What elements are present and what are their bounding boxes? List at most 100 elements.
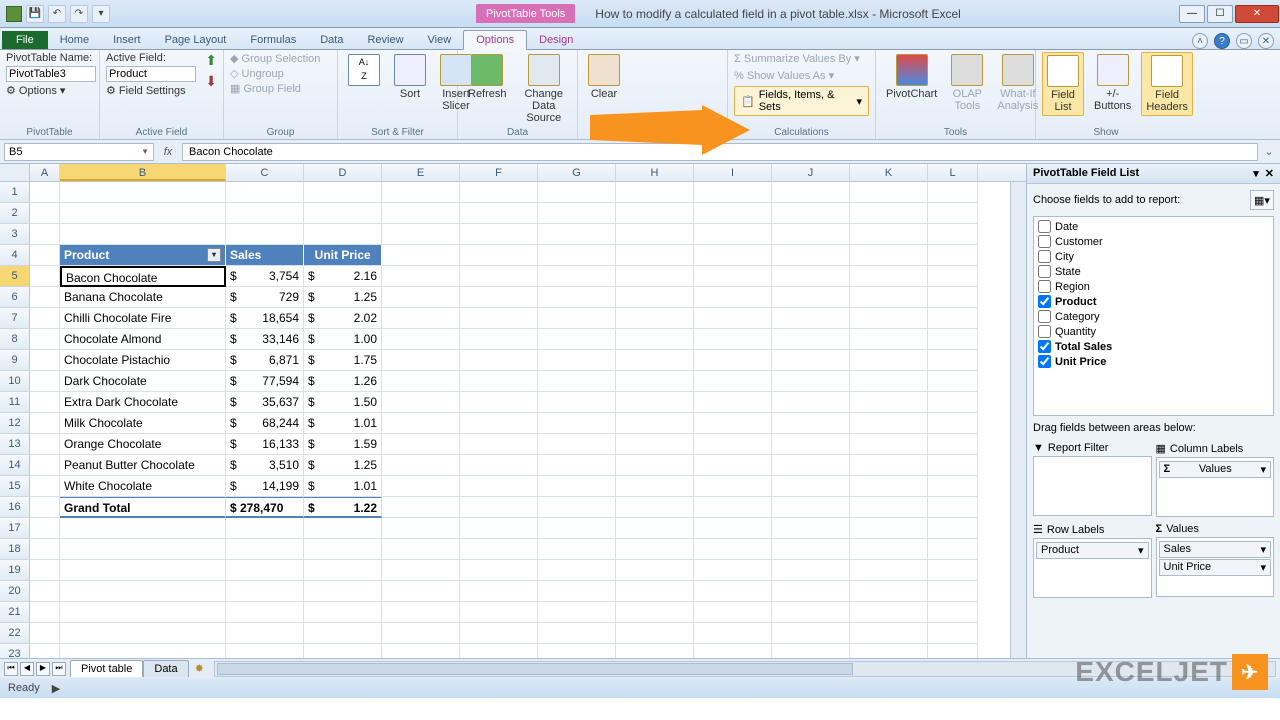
cell[interactable] <box>850 497 928 518</box>
report-filter-area[interactable] <box>1033 456 1152 516</box>
cell[interactable] <box>928 224 978 245</box>
cell[interactable] <box>30 308 60 329</box>
cell[interactable] <box>382 623 460 644</box>
field-checkbox-city[interactable]: City <box>1036 249 1271 264</box>
cell[interactable] <box>928 623 978 644</box>
cell[interactable] <box>460 371 538 392</box>
row-header[interactable]: 21 <box>0 602 30 623</box>
cell[interactable] <box>616 266 694 287</box>
cell[interactable] <box>538 602 616 623</box>
row-header[interactable]: 4 <box>0 245 30 266</box>
cell[interactable] <box>772 224 850 245</box>
cell[interactable] <box>616 371 694 392</box>
group-field-button[interactable]: ▦ Group Field <box>230 82 320 95</box>
cell[interactable] <box>304 224 382 245</box>
cell[interactable] <box>616 182 694 203</box>
field-checkbox-date[interactable]: Date <box>1036 219 1271 234</box>
cell[interactable] <box>382 392 460 413</box>
change-data-source-button[interactable]: Change Data Source <box>517 52 571 126</box>
cell[interactable]: Peanut Butter Chocolate <box>60 455 226 476</box>
cell[interactable] <box>226 602 304 623</box>
cell[interactable] <box>60 182 226 203</box>
row-header[interactable]: 18 <box>0 539 30 560</box>
cell[interactable] <box>30 182 60 203</box>
cell[interactable] <box>304 539 382 560</box>
cell[interactable] <box>772 581 850 602</box>
cell[interactable] <box>928 644 978 658</box>
cell[interactable] <box>538 539 616 560</box>
cell[interactable] <box>30 224 60 245</box>
sheet-nav-prev[interactable]: ◀ <box>20 662 34 676</box>
row-header[interactable]: 10 <box>0 371 30 392</box>
fieldlist-close-icon[interactable]: ✕ <box>1265 168 1274 180</box>
field-checkbox-product[interactable]: Product <box>1036 294 1271 309</box>
cell[interactable] <box>694 371 772 392</box>
show-values-as-button[interactable]: % Show Values As ▾ <box>734 69 869 82</box>
col-header[interactable]: C <box>226 164 304 181</box>
cell[interactable]: $ 1.25 <box>304 287 382 308</box>
cell[interactable]: $ 35,637 <box>226 392 304 413</box>
cell[interactable]: $ 1.59 <box>304 434 382 455</box>
cell[interactable] <box>694 644 772 658</box>
cell[interactable] <box>928 476 978 497</box>
cell[interactable] <box>538 371 616 392</box>
cell[interactable] <box>226 224 304 245</box>
pivotchart-button[interactable]: PivotChart <box>882 52 941 102</box>
cell[interactable] <box>30 560 60 581</box>
cell[interactable] <box>30 644 60 658</box>
cell[interactable] <box>30 413 60 434</box>
cell[interactable] <box>30 392 60 413</box>
cell[interactable] <box>30 287 60 308</box>
sort-button[interactable]: Sort <box>390 52 430 102</box>
cell[interactable] <box>772 644 850 658</box>
cell[interactable] <box>616 224 694 245</box>
row-header[interactable]: 1 <box>0 182 30 203</box>
row-header[interactable]: 14 <box>0 455 30 476</box>
cell[interactable] <box>850 623 928 644</box>
cell[interactable]: $ 16,133 <box>226 434 304 455</box>
file-tab[interactable]: File <box>2 31 48 49</box>
cell[interactable]: $ 1.25 <box>304 455 382 476</box>
cell[interactable] <box>850 224 928 245</box>
cell[interactable] <box>772 308 850 329</box>
cell[interactable] <box>928 413 978 434</box>
cell[interactable] <box>850 392 928 413</box>
cell[interactable] <box>60 203 226 224</box>
cell[interactable] <box>460 413 538 434</box>
cell[interactable] <box>694 581 772 602</box>
cell[interactable]: $ 68,244 <box>226 413 304 434</box>
cell[interactable] <box>538 413 616 434</box>
window-options-icon[interactable]: ▭ <box>1236 33 1252 49</box>
expand-field-icon[interactable]: ⬆ <box>205 52 217 69</box>
col-header[interactable]: I <box>694 164 772 181</box>
cell[interactable] <box>850 560 928 581</box>
field-checkbox-customer[interactable]: Customer <box>1036 234 1271 249</box>
clear-button[interactable]: Clear <box>584 52 624 102</box>
cell[interactable] <box>694 497 772 518</box>
cell[interactable]: Bacon Chocolate <box>60 266 226 287</box>
cell[interactable] <box>772 371 850 392</box>
minimize-button[interactable]: — <box>1179 5 1205 23</box>
cell[interactable]: $ 1.50 <box>304 392 382 413</box>
cell[interactable] <box>382 350 460 371</box>
cell[interactable] <box>304 581 382 602</box>
cell[interactable] <box>850 581 928 602</box>
qat-dropdown-icon[interactable]: ▾ <box>92 5 110 23</box>
cell[interactable] <box>60 644 226 658</box>
cell[interactable]: Milk Chocolate <box>60 413 226 434</box>
row-header[interactable]: 15 <box>0 476 30 497</box>
cell[interactable] <box>850 434 928 455</box>
cell[interactable] <box>538 329 616 350</box>
cell[interactable] <box>772 287 850 308</box>
cell[interactable] <box>616 560 694 581</box>
cell[interactable] <box>30 434 60 455</box>
cell[interactable] <box>850 266 928 287</box>
cell[interactable] <box>694 308 772 329</box>
col-header[interactable]: B <box>60 164 226 181</box>
cell[interactable] <box>694 329 772 350</box>
cell[interactable] <box>616 623 694 644</box>
cell[interactable] <box>772 518 850 539</box>
row-labels-area[interactable]: Product▾ <box>1033 538 1152 598</box>
row-pill-product[interactable]: Product▾ <box>1036 542 1149 559</box>
sheet-nav-first[interactable]: ⏮ <box>4 662 18 676</box>
